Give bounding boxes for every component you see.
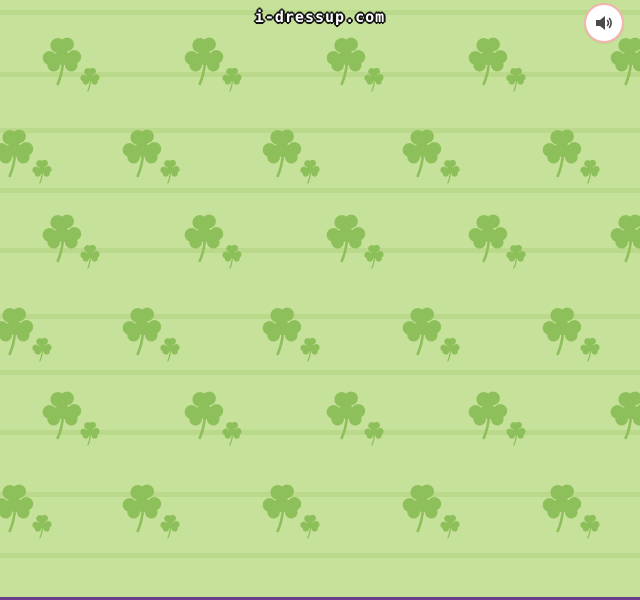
background-stripe (0, 553, 640, 558)
shamrock-icon (78, 66, 104, 96)
sound-toggle-button[interactable] (586, 5, 622, 41)
shamrock-icon (298, 513, 324, 543)
shamrock-icon (438, 513, 464, 543)
shamrock-icon (220, 66, 246, 96)
shamrock-icon (78, 420, 104, 450)
shamrock-icon (578, 513, 604, 543)
speaker-icon (596, 16, 612, 30)
shamrock-icon (438, 158, 464, 188)
shamrock-icon (298, 158, 324, 188)
game-stage: i-dressup.com (0, 0, 640, 600)
shamrock-icon (78, 243, 104, 273)
shamrock-icon (578, 336, 604, 366)
shamrock-icon (504, 420, 530, 450)
shamrock-icon (158, 513, 184, 543)
shamrock-icon (606, 34, 640, 90)
shamrock-icon (606, 211, 640, 267)
background-stripe (0, 370, 640, 375)
shamrock-icon (362, 66, 388, 96)
site-logo[interactable]: i-dressup.com (0, 7, 640, 27)
shamrock-icon (298, 336, 324, 366)
shamrock-icon (158, 336, 184, 366)
shamrock-icon (504, 243, 530, 273)
shamrock-icon (158, 158, 184, 188)
shamrock-icon (30, 513, 56, 543)
shamrock-icon (362, 420, 388, 450)
shamrock-icon (578, 158, 604, 188)
shamrock-icon (220, 420, 246, 450)
shamrock-icon (30, 336, 56, 366)
shamrock-icon (30, 158, 56, 188)
background-stripe (0, 188, 640, 193)
shamrock-icon (220, 243, 246, 273)
shamrock-icon (504, 66, 530, 96)
shamrock-icon (438, 336, 464, 366)
shamrock-icon (362, 243, 388, 273)
shamrock-icon (606, 388, 640, 444)
